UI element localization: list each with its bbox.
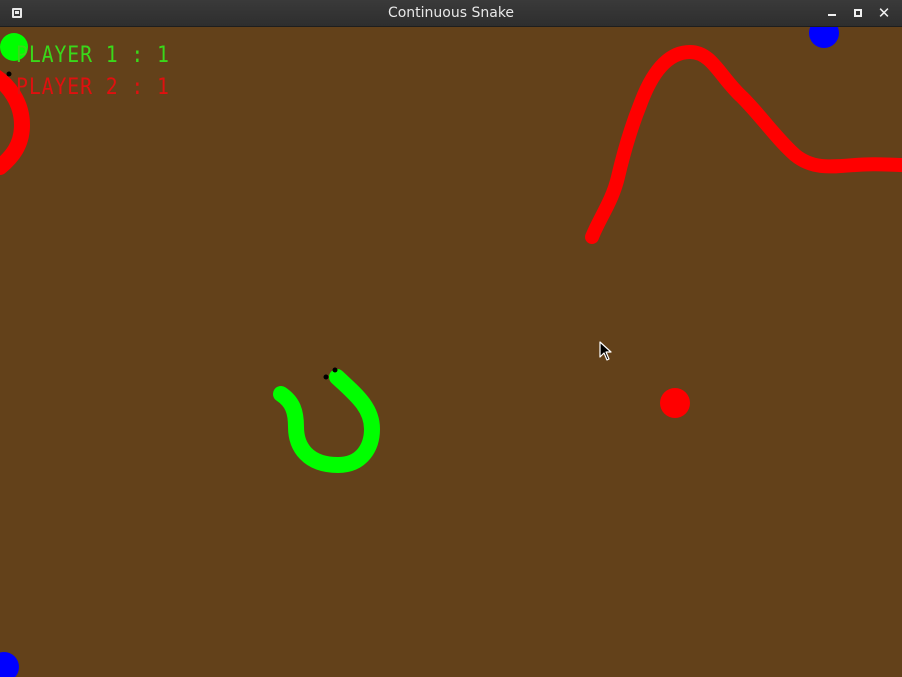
close-button[interactable]: ✕: [876, 5, 892, 21]
game-canvas[interactable]: PLAYER 1 : 1 PLAYER 2 : 1: [0, 27, 902, 677]
red-snake-eye: [6, 71, 12, 77]
green-snake-eye-left: [323, 374, 329, 380]
game-window: Continuous Snake ✕ PLAYER 1 : 1 PLAYER 2…: [0, 0, 902, 677]
player2-score: PLAYER 2 : 1: [16, 75, 170, 100]
mouse-pointer-icon: [599, 341, 612, 361]
maximize-button[interactable]: [850, 5, 866, 21]
player1-score: PLAYER 1 : 1: [16, 43, 170, 68]
red-snake-body: [585, 45, 902, 244]
blue-orb-top-right: [809, 27, 839, 48]
title-bar[interactable]: Continuous Snake ✕: [0, 0, 902, 27]
game-scene: [0, 27, 902, 677]
minimize-icon: [828, 14, 836, 16]
green-snake-body: [273, 369, 380, 473]
maximize-icon: [854, 9, 862, 17]
green-snake-eye-right: [332, 367, 338, 373]
blue-orb-bottom-left: [0, 652, 19, 677]
red-orb: [660, 388, 690, 418]
minimize-button[interactable]: [824, 5, 840, 21]
window-title: Continuous Snake: [387, 5, 515, 21]
